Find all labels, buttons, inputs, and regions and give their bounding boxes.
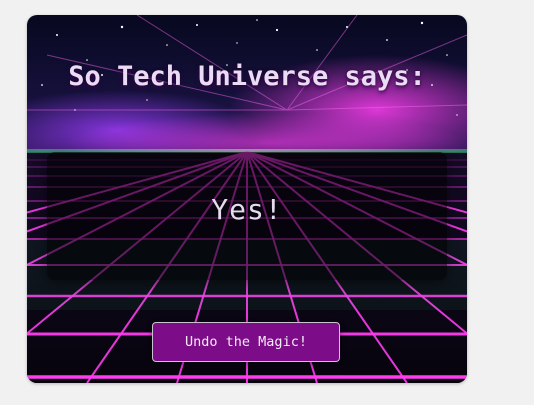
magic-card: So Tech Universe says: Yes! Undo the Mag…: [27, 15, 467, 383]
answer-text: Yes!: [211, 193, 283, 226]
answer-panel: Yes!: [47, 152, 447, 280]
undo-magic-button[interactable]: Undo the Magic!: [152, 322, 340, 362]
page-title: So Tech Universe says:: [68, 61, 426, 92]
